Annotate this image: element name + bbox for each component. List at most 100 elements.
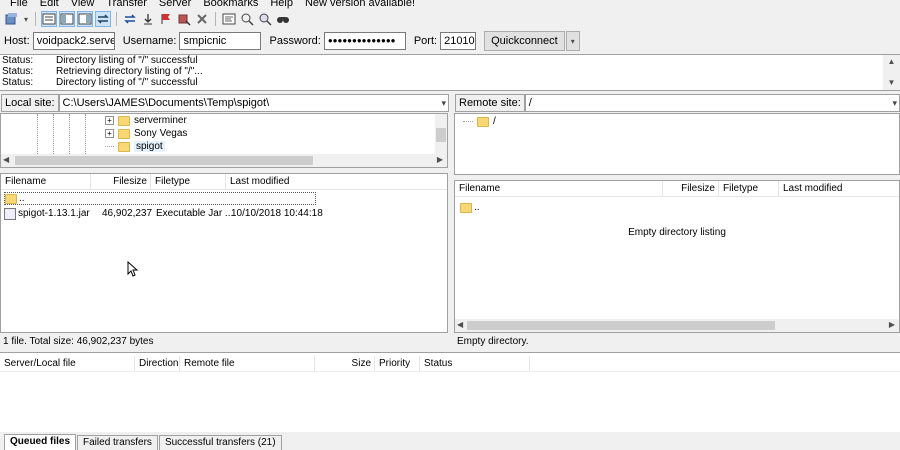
- remote-path-input[interactable]: / ▾: [524, 94, 900, 112]
- toggle-queue-icon[interactable]: [95, 11, 111, 27]
- tree-item-label: serverminer: [134, 115, 187, 126]
- toolbar: ▾: [0, 10, 900, 28]
- toggle-local-tree-icon[interactable]: [59, 11, 75, 27]
- directory-listing-filter-icon[interactable]: [221, 11, 237, 27]
- scroll-right-icon[interactable]: ▶: [889, 320, 895, 329]
- scroll-thumb[interactable]: [436, 128, 446, 142]
- process-queue-icon[interactable]: [140, 11, 156, 27]
- empty-listing-message: Empty directory listing: [628, 227, 726, 238]
- menu-new-version[interactable]: New version available!: [299, 0, 421, 10]
- menu-server[interactable]: Server: [153, 0, 197, 10]
- tree-item-spigot[interactable]: spigot: [105, 140, 165, 153]
- col-size[interactable]: Size: [315, 356, 375, 371]
- cancel-operation-icon[interactable]: [158, 11, 174, 27]
- refresh-icon[interactable]: [122, 11, 138, 27]
- col-last-modified[interactable]: Last modified: [226, 174, 316, 189]
- tree-item-label: spigot: [134, 141, 165, 152]
- tree-guide: [37, 114, 38, 156]
- local-path-input[interactable]: C:\Users\JAMES\Documents\Temp\spigot\ ▾: [58, 94, 449, 112]
- tree-item-sony-vegas[interactable]: + Sony Vegas: [105, 127, 187, 140]
- host-label: Host:: [4, 35, 30, 47]
- port-input[interactable]: 21010: [440, 32, 477, 50]
- file-name: ..: [19, 193, 25, 204]
- chevron-down-icon[interactable]: ▾: [892, 95, 897, 111]
- local-tree-vscroll[interactable]: [435, 114, 447, 154]
- scroll-down-icon[interactable]: ▼: [883, 76, 900, 90]
- col-direction[interactable]: Direction: [135, 356, 180, 371]
- tree-item-label: /: [493, 116, 496, 127]
- col-priority[interactable]: Priority: [375, 356, 420, 371]
- log-row: Status: Directory listing of "/" success…: [0, 55, 900, 66]
- list-item[interactable]: ..: [4, 192, 316, 205]
- tree-item-serverminer[interactable]: + serverminer: [105, 114, 187, 127]
- scroll-left-icon[interactable]: ◀: [457, 320, 463, 329]
- quickconnect-dropdown[interactable]: ▾: [565, 31, 580, 51]
- list-item[interactable]: spigot-1.13.1.jar 46,902,237 Executable …: [4, 207, 323, 220]
- col-filename[interactable]: Filename: [1, 174, 91, 189]
- local-site-label: Local site:: [1, 94, 59, 112]
- scroll-thumb[interactable]: [467, 321, 775, 330]
- local-path-text: C:\Users\JAMES\Documents\Temp\spigot\: [62, 97, 270, 109]
- expand-icon[interactable]: +: [105, 129, 114, 138]
- col-filesize[interactable]: Filesize: [91, 174, 151, 189]
- toggle-log-icon[interactable]: [41, 11, 57, 27]
- menu-edit[interactable]: Edit: [34, 0, 65, 10]
- log-message: Retrieving directory listing of "/"...: [56, 66, 203, 77]
- menu-help[interactable]: Help: [264, 0, 299, 10]
- scroll-up-icon[interactable]: ▲: [883, 55, 900, 69]
- tab-failed-transfers[interactable]: Failed transfers: [77, 435, 158, 450]
- menu-file[interactable]: File: [4, 0, 34, 10]
- toggle-remote-tree-icon[interactable]: [77, 11, 93, 27]
- remote-tree[interactable]: /: [454, 113, 900, 175]
- remote-path-text: /: [528, 97, 532, 109]
- find-files-icon[interactable]: [275, 11, 291, 27]
- expand-icon[interactable]: +: [105, 116, 114, 125]
- message-log[interactable]: Status: Directory listing of "/" success…: [0, 54, 900, 91]
- menu-transfer[interactable]: Transfer: [100, 0, 153, 10]
- scroll-thumb[interactable]: [15, 156, 313, 165]
- list-item[interactable]: ..: [460, 201, 480, 214]
- remote-file-list[interactable]: Filename Filesize Filetype Last modified…: [454, 180, 900, 333]
- tab-successful-transfers[interactable]: Successful transfers (21): [158, 435, 282, 450]
- col-filesize[interactable]: Filesize: [663, 181, 719, 196]
- log-message: Directory listing of "/" successful: [56, 77, 198, 88]
- col-filetype[interactable]: Filetype: [151, 174, 226, 189]
- menu-bar: File Edit View Transfer Server Bookmarks…: [0, 0, 900, 10]
- col-filetype[interactable]: Filetype: [719, 181, 779, 196]
- local-file-list[interactable]: Filename Filesize Filetype Last modified…: [0, 173, 448, 333]
- tree-item-root[interactable]: /: [463, 115, 496, 128]
- menu-view[interactable]: View: [65, 0, 101, 10]
- disconnect-icon[interactable]: [176, 11, 192, 27]
- site-manager-dropdown-icon[interactable]: ▾: [22, 11, 30, 27]
- local-tree[interactable]: + serverminer + Sony Vegas spigot ◀ ▶: [0, 113, 448, 168]
- scroll-right-icon[interactable]: ▶: [437, 155, 443, 164]
- quickconnect-bar: Host: voidpack2.servermi Username: smpic…: [0, 30, 900, 52]
- col-status[interactable]: Status: [420, 356, 530, 371]
- password-input[interactable]: ●●●●●●●●●●●●●●: [323, 32, 406, 50]
- log-scrollbar[interactable]: ▲ ▼: [883, 55, 900, 90]
- sync-browsing-icon[interactable]: [239, 11, 255, 27]
- menu-bookmarks[interactable]: Bookmarks: [197, 0, 264, 10]
- reconnect-icon[interactable]: [194, 11, 210, 27]
- col-last-modified[interactable]: Last modified: [779, 181, 889, 196]
- site-manager-icon[interactable]: [4, 11, 20, 27]
- queue-header: Server/Local file Direction Remote file …: [0, 356, 900, 372]
- remote-list-hscroll[interactable]: ◀ ▶: [455, 319, 899, 332]
- col-remote-file[interactable]: Remote file: [180, 356, 315, 371]
- scroll-left-icon[interactable]: ◀: [3, 155, 9, 164]
- folder-icon: [118, 141, 130, 152]
- quickconnect-button[interactable]: Quickconnect: [484, 31, 565, 51]
- chevron-down-icon[interactable]: ▾: [441, 95, 446, 111]
- username-input[interactable]: smpicnic: [179, 32, 262, 50]
- tree-branch: [463, 121, 473, 122]
- password-label: Password:: [269, 35, 321, 47]
- local-tree-hscroll[interactable]: ◀ ▶: [1, 154, 447, 167]
- search-icon[interactable]: [257, 11, 273, 27]
- host-input[interactable]: voidpack2.servermi: [32, 32, 115, 50]
- username-label: Username:: [122, 35, 177, 47]
- port-label: Port:: [413, 35, 438, 47]
- tree-branch: [105, 146, 114, 147]
- col-filename[interactable]: Filename: [455, 181, 663, 196]
- tab-queued-files[interactable]: Queued files: [4, 434, 77, 450]
- col-server-local-file[interactable]: Server/Local file: [0, 356, 135, 371]
